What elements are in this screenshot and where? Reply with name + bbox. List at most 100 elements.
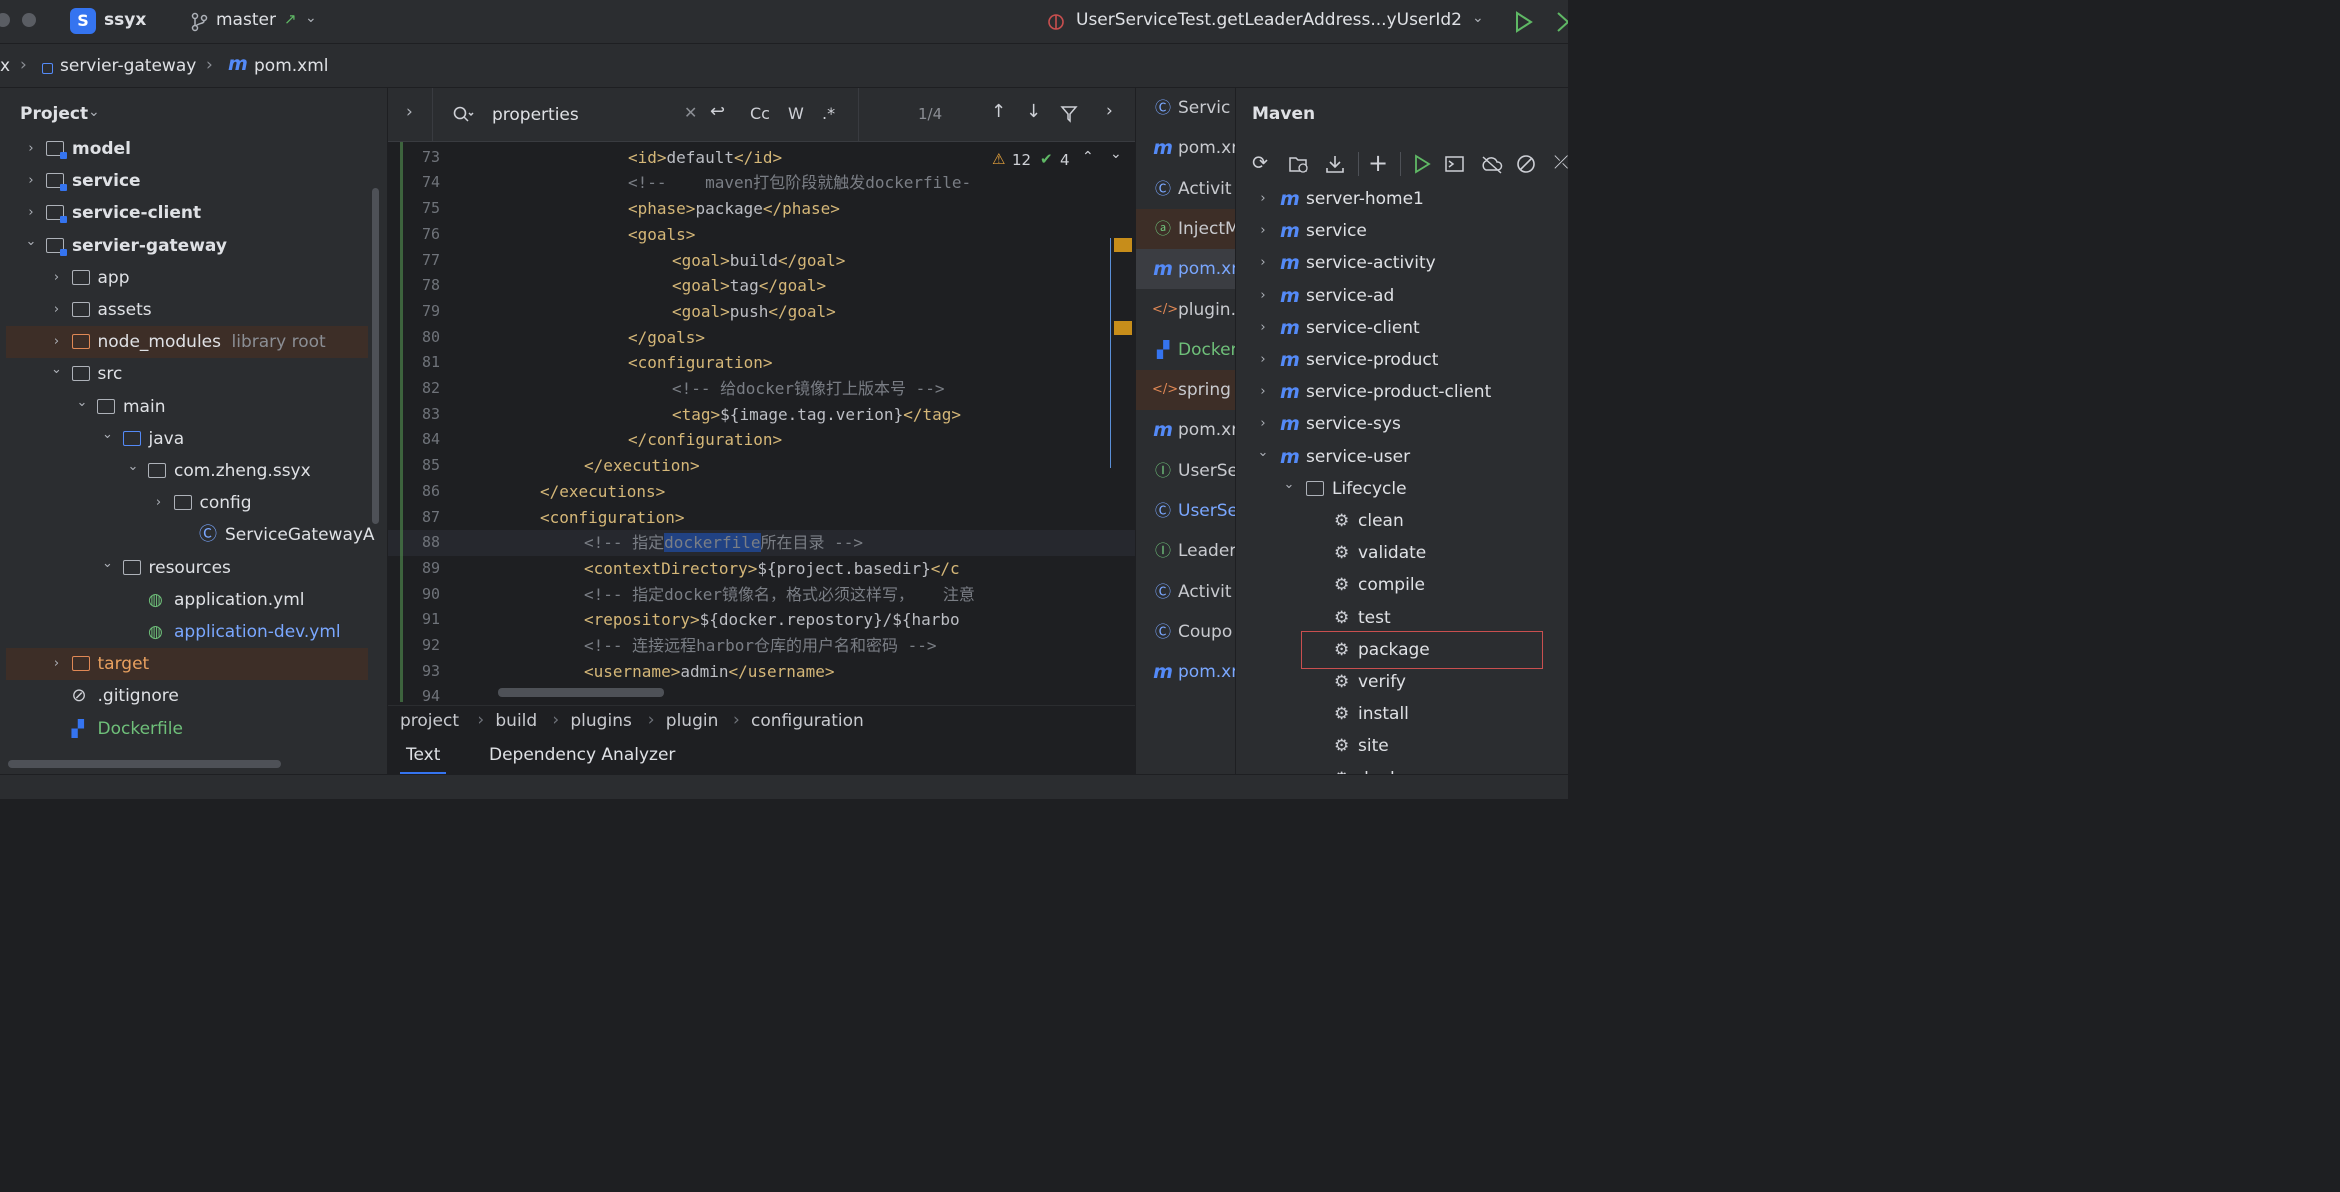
maven-phase-validate[interactable]: ⚙ validate [1236, 537, 1569, 569]
clear-search-icon[interactable]: ✕ [684, 103, 697, 122]
chevron-right-icon[interactable]: › [1106, 101, 1113, 121]
maven-module[interactable]: › m service-product [1236, 344, 1569, 376]
add-icon[interactable]: + [1368, 149, 1388, 177]
chevron-right-icon[interactable]: › [50, 262, 64, 294]
download-icon[interactable] [1324, 154, 1346, 174]
chevron-down-icon[interactable]: ⌄ [126, 451, 140, 483]
chevron-right-icon[interactable]: › [50, 294, 64, 326]
project-name[interactable]: ssyx [104, 10, 146, 30]
chevron-right-icon[interactable]: › [50, 326, 64, 358]
maven-module[interactable]: › m service-sys [1236, 408, 1569, 440]
chevron-down-icon[interactable]: ⌄ [75, 387, 89, 419]
horizontal-scrollbar[interactable] [8, 760, 281, 768]
match-case-button[interactable]: Cc [750, 104, 770, 123]
chevron-down-icon[interactable]: ⌄ [88, 104, 100, 120]
run-configuration[interactable]: UserServiceTest.getLeaderAddress...yUser… [1076, 10, 1462, 30]
next-highlight-icon[interactable]: ⌄ [1110, 146, 1122, 162]
code-line[interactable]: 76 <goals> [388, 222, 1135, 248]
maven-lifecycle[interactable]: ⌄ Lifecycle [1236, 473, 1569, 505]
skip-tests-icon[interactable] [1516, 154, 1536, 174]
chevron-right-icon[interactable]: › [24, 197, 38, 229]
reload-icon[interactable]: ⟳ [1252, 152, 1268, 174]
code-line[interactable]: 84 </configuration> [388, 427, 1135, 453]
tree-item[interactable]: ⌄ resources [0, 552, 388, 584]
open-file-tab[interactable]: m pom.xr [1136, 249, 1236, 290]
xml-path-item[interactable]: configuration [751, 711, 864, 731]
maven-module[interactable]: › m service-ad [1236, 280, 1569, 312]
tree-item[interactable]: ⌄ java [0, 423, 388, 455]
chevron-right-icon[interactable]: › [1256, 183, 1270, 215]
open-file-tab[interactable]: Ⓒ Activit [1136, 572, 1236, 612]
code-line[interactable]: 75 <phase>package</phase> [388, 196, 1135, 222]
code-line[interactable]: 93 <username>admin</username> [388, 659, 1135, 685]
code-line[interactable]: 74 <!-- maven打包阶段就触发dockerfile- [388, 170, 1135, 196]
tab-dependency-analyzer[interactable]: Dependency Analyzer [489, 745, 675, 765]
code-line[interactable]: 91 <repository>${docker.repostory}/${harb… [388, 607, 1135, 633]
chevron-right-icon[interactable]: › [1256, 344, 1270, 376]
open-file-tab[interactable]: ▞ Docker [1136, 330, 1236, 370]
panel-title[interactable]: Project [20, 104, 88, 124]
tree-item[interactable]: ⌄ com.zheng.ssyx [0, 455, 388, 487]
chevron-down-icon[interactable]: ⌄ [1472, 10, 1484, 26]
open-file-tab[interactable]: </> plugin. [1136, 290, 1236, 330]
tree-item[interactable]: ⌄ main [0, 391, 388, 423]
maven-phase-site[interactable]: ⚙ site [1236, 730, 1569, 762]
code-line[interactable]: 86 </executions> [388, 479, 1135, 505]
regex-button[interactable]: .* [822, 104, 835, 123]
tree-item[interactable]: Ⓒ ServiceGatewayA [0, 519, 388, 551]
tree-item[interactable]: › node_modules library root [6, 326, 368, 359]
maven-phase-deploy[interactable]: ⚙ deploy [1236, 763, 1569, 774]
chevron-right-icon[interactable]: › [152, 487, 166, 519]
tree-item[interactable]: ⊘ .gitignore [0, 680, 388, 712]
breadcrumb-item[interactable]: pom.xml [254, 56, 329, 76]
warning-icon[interactable]: ⚠ [992, 150, 1005, 168]
code-line[interactable]: 77 <goal>build</goal> [388, 248, 1135, 274]
check-icon[interactable]: ✔ [1040, 150, 1053, 168]
code-line[interactable]: 83 <tag>${image.tag.verion}</tag> [388, 402, 1135, 428]
chevron-down-icon[interactable]: ⌄ [1282, 469, 1296, 501]
code-area[interactable]: 72<execution>73<id>default</id>74<!-- ma… [388, 132, 1135, 707]
chevron-right-icon[interactable]: › [24, 165, 38, 197]
chevron-right-icon[interactable]: › [1256, 247, 1270, 279]
maven-module[interactable]: ⌄ m service-user [1236, 441, 1569, 473]
open-file-tab[interactable]: m pom.xr [1136, 410, 1236, 450]
run-icon[interactable] [1514, 11, 1534, 33]
open-file-tab[interactable]: Ⓒ UserSe [1136, 491, 1236, 531]
chevron-down-icon[interactable]: ⌄ [24, 226, 38, 258]
chevron-right-icon[interactable]: › [1256, 280, 1270, 312]
chevron-down-icon[interactable]: ⌄ [101, 419, 115, 451]
code-line[interactable]: 81 <configuration> [388, 350, 1135, 376]
chevron-right-icon[interactable]: › [1256, 215, 1270, 247]
open-file-tab[interactable]: m pom.xr [1136, 652, 1236, 692]
maven-phase-compile[interactable]: ⚙ compile [1236, 569, 1569, 601]
tree-item[interactable]: ◍ application.yml [0, 584, 388, 616]
open-file-tab[interactable]: Ⓘ UserSe [1136, 451, 1236, 491]
code-line[interactable]: 80 </goals> [388, 325, 1135, 351]
tree-item[interactable]: › model [0, 133, 388, 165]
whole-words-button[interactable]: W [788, 104, 804, 123]
filter-icon[interactable] [1060, 105, 1078, 123]
maven-module[interactable]: › m server-home1 [1236, 183, 1569, 215]
warning-count[interactable]: 12 [1012, 151, 1031, 169]
code-line[interactable]: 89 <contextDirectory>${project.basedir}</… [388, 556, 1135, 582]
chevron-down-icon[interactable]: ⌄ [50, 354, 64, 386]
window-control-dot[interactable] [22, 13, 36, 27]
maven-phase-verify[interactable]: ⚙ verify [1236, 666, 1569, 698]
maven-module[interactable]: › m service-activity [1236, 247, 1569, 279]
next-occurrence-icon[interactable]: ↓ [1026, 101, 1041, 122]
chevron-right-icon[interactable]: › [1256, 376, 1270, 408]
maven-module[interactable]: › m service [1236, 215, 1569, 247]
chevron-down-icon[interactable]: ⌄ [101, 548, 115, 580]
previous-occurrence-icon[interactable]: ↑ [991, 101, 1006, 122]
open-file-tab[interactable]: Ⓘ Leader [1136, 531, 1236, 571]
expand-replace-icon[interactable]: › [406, 102, 413, 122]
tree-item[interactable]: ⌄ servier-gateway [0, 230, 388, 262]
chevron-down-icon[interactable]: ⌄ [1256, 437, 1270, 469]
debug-icon[interactable] [1556, 11, 1568, 33]
maven-module[interactable]: › m service-client [1236, 312, 1569, 344]
open-file-tab[interactable]: Ⓒ Coupo [1136, 612, 1236, 652]
tree-item[interactable]: › service [0, 165, 388, 197]
tree-item[interactable]: › target [6, 648, 368, 681]
chevron-right-icon[interactable]: › [1256, 312, 1270, 344]
code-line[interactable]: 79 <goal>push</goal> [388, 299, 1135, 325]
